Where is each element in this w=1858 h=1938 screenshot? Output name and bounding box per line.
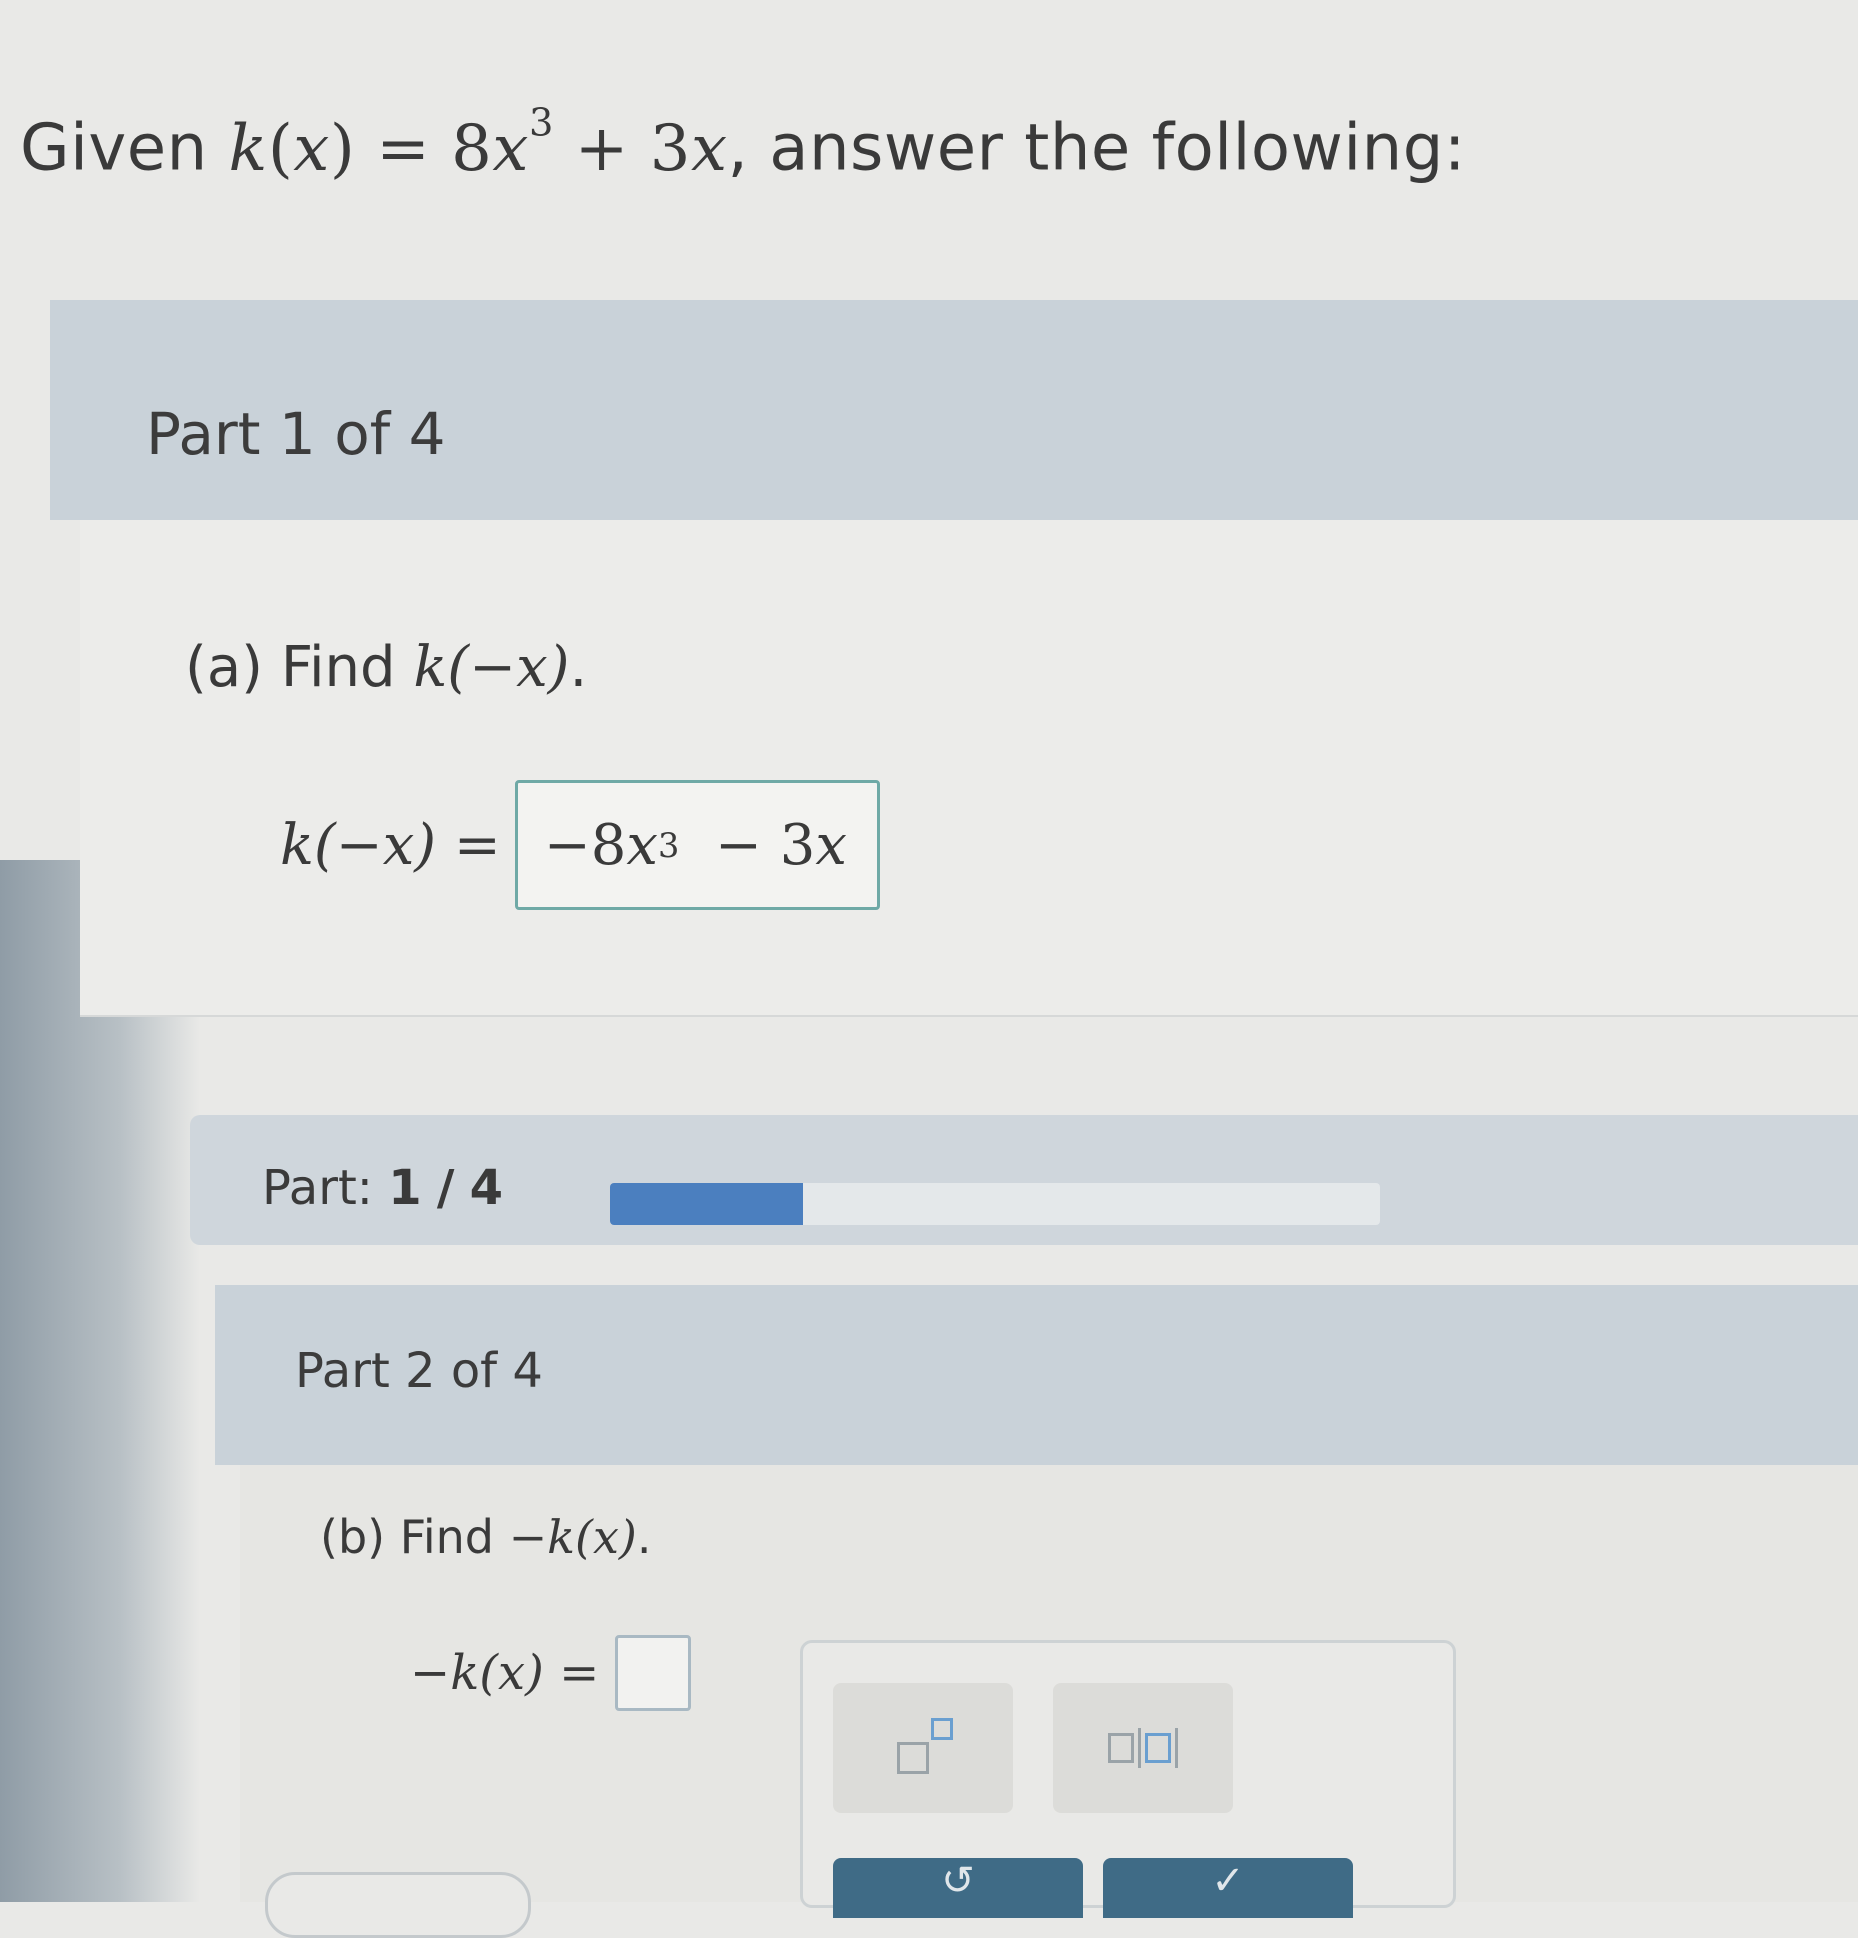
progress-fill — [610, 1183, 803, 1225]
exponent-icon — [893, 1718, 953, 1778]
part1-header: Part 1 of 4 — [50, 300, 1858, 520]
bottom-button[interactable] — [265, 1872, 531, 1938]
part1-answer-box[interactable]: −8 x 3 − 3x — [514, 780, 880, 910]
absolute-value-button[interactable] — [1053, 1683, 1233, 1813]
part2-answer-input[interactable] — [615, 1635, 692, 1711]
math-palette: ↺ ✓ — [800, 1640, 1456, 1918]
exponent-button[interactable] — [833, 1683, 1013, 1813]
progress-card: Part: 1 / 4 — [190, 1115, 1858, 1245]
part2-prompt: (b) Find −k(x). — [320, 1510, 652, 1564]
part1-label: Part 1 of 4 — [146, 400, 446, 468]
progress-bar — [610, 1183, 1380, 1225]
check-button[interactable]: ✓ — [1103, 1858, 1353, 1918]
progress-label: Part: 1 / 4 — [262, 1160, 504, 1216]
undo-icon: ↺ — [941, 1858, 975, 1904]
part1-lhs: k(−x) = — [280, 812, 501, 878]
function-definition: k(x) = 8x3 + 3x — [228, 100, 728, 186]
check-icon: ✓ — [1211, 1858, 1245, 1904]
part2-label: Part 2 of 4 — [295, 1343, 543, 1399]
part1-equation: k(−x) = −8 x 3 − 3x — [280, 780, 880, 910]
part2-header: Part 2 of 4 — [215, 1285, 1858, 1465]
question-text: Given k(x) = 8x3 + 3x, answer the follow… — [20, 100, 1466, 186]
part2-body: (b) Find −k(x). −k(x) = ↺ ✓ — [240, 1465, 1858, 1918]
absolute-value-icon — [1108, 1728, 1178, 1768]
undo-button[interactable]: ↺ — [833, 1858, 1083, 1918]
part2-equation: −k(x) = — [410, 1635, 692, 1711]
part1-prompt: (a) Find k(−x). — [185, 635, 588, 700]
part1-body: (a) Find k(−x). k(−x) = −8 x 3 − 3x — [80, 520, 1858, 1017]
part2-lhs: −k(x) = — [410, 1645, 600, 1701]
